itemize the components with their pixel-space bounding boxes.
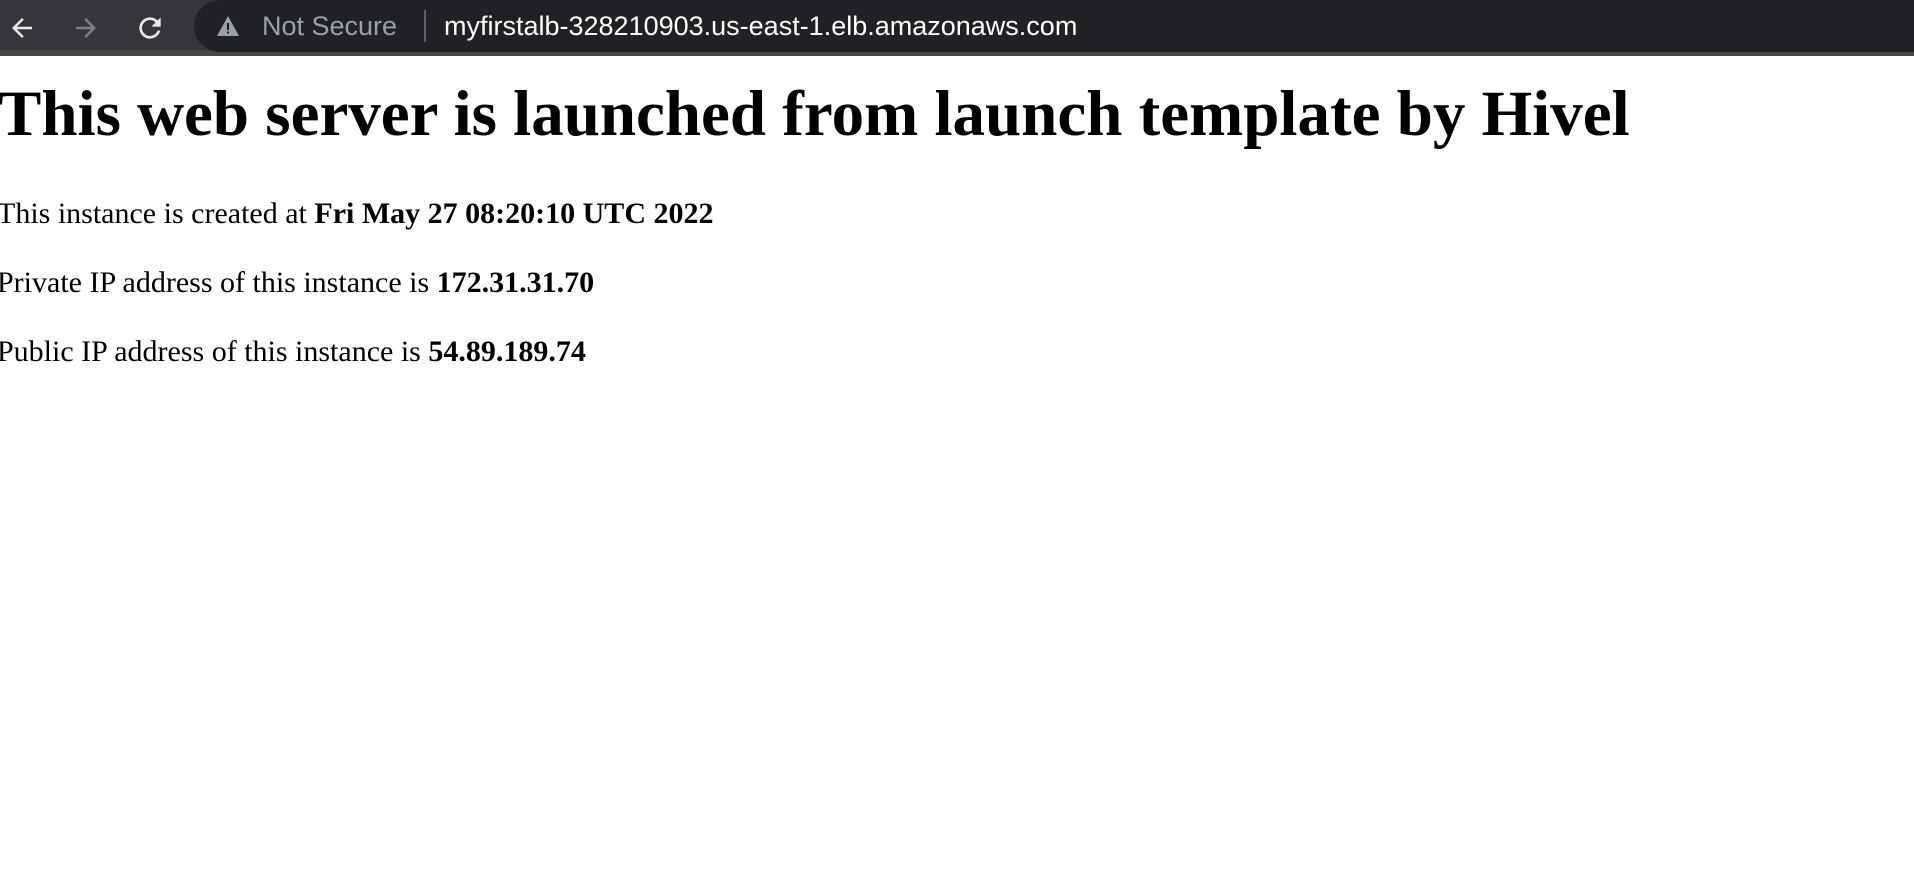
reload-button[interactable] bbox=[130, 8, 170, 48]
creation-time-label: This instance is created at bbox=[0, 197, 315, 230]
address-bar[interactable]: Not Secure myfirstalb-328210903.us-east-… bbox=[194, 0, 1914, 52]
arrow-left-icon bbox=[12, 18, 32, 38]
creation-time-value: Fri May 27 08:20:10 UTC 2022 bbox=[314, 197, 714, 230]
forward-button[interactable] bbox=[66, 8, 106, 48]
reload-icon bbox=[139, 17, 161, 39]
arrow-right-icon bbox=[76, 18, 96, 38]
private-ip-value: 172.31.31.70 bbox=[436, 266, 595, 299]
address-divider bbox=[424, 10, 426, 42]
security-status-label[interactable]: Not Secure bbox=[262, 10, 397, 42]
page-heading: This web server is launched from launch … bbox=[0, 78, 1630, 150]
url-text[interactable]: myfirstalb-328210903.us-east-1.elb.amazo… bbox=[444, 10, 1077, 42]
browser-toolbar: Not Secure myfirstalb-328210903.us-east-… bbox=[0, 0, 1914, 56]
creation-time-line: This instance is created at Fri May 27 0… bbox=[0, 199, 714, 229]
public-ip-label: Public IP address of this instance is bbox=[0, 335, 429, 368]
public-ip-value: 54.89.189.74 bbox=[428, 335, 586, 368]
public-ip-line: Public IP address of this instance is 54… bbox=[0, 337, 586, 367]
private-ip-label: Private IP address of this instance is bbox=[0, 266, 437, 299]
warning-triangle-icon[interactable] bbox=[216, 15, 240, 37]
private-ip-line: Private IP address of this instance is 1… bbox=[0, 268, 594, 298]
back-button[interactable] bbox=[2, 8, 42, 48]
